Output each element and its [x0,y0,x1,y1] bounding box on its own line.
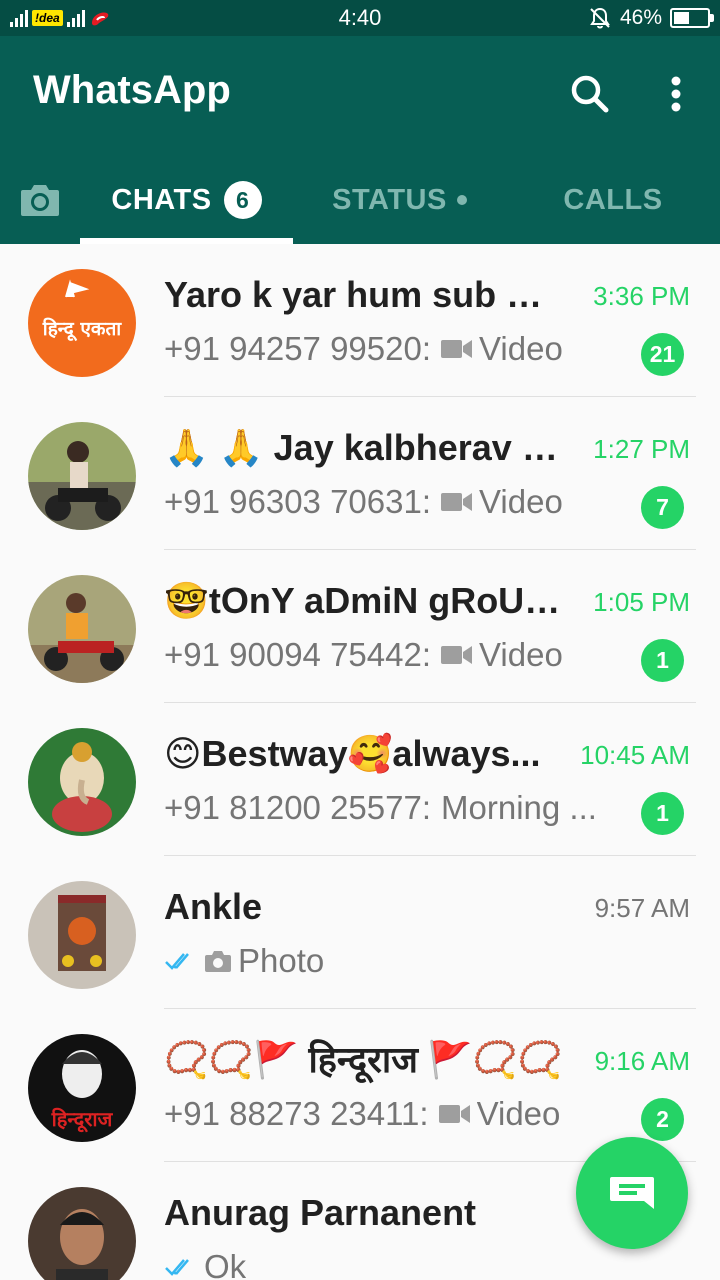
unread-badge: 1 [641,792,684,835]
avatar-shrine [28,881,136,989]
chat-name: Anurag Parnanent [164,1192,477,1233]
chat-sender: +91 81200 25577: [164,789,432,826]
chat-name: Ankle [164,886,263,927]
chat-row[interactable]: 🙏 🙏 Jay kalbherav 🙏... 1:27 PM +91 96303… [0,397,720,550]
avatar-ganesha [28,728,136,836]
chat-row[interactable]: Ankle 9:57 AM Photo [0,856,720,1009]
chat-row[interactable]: 🤓tOnY aDmiN gRoUp... 1:05 PM +91 90094 7… [0,550,720,703]
chat-preview: +91 94257 99520: Video [164,326,604,372]
chat-row[interactable]: 😊Bestway🥰always... 10:45 AM +91 81200 25… [0,703,720,856]
chat-time: 10:45 AM [580,740,690,770]
chat-message: Video [479,636,563,673]
avatar-photo-man-bike [28,575,136,683]
chat-message: Video [476,1095,561,1132]
more-options-button[interactable] [656,70,696,118]
chat-preview: +91 81200 25577: Morning ... [164,785,604,831]
double-tick-read-icon [165,1259,189,1276]
battery-fill [674,12,689,24]
unread-badge: 2 [641,1098,684,1141]
unread-badge: 7 [641,486,684,529]
chat-sender: +91 88273 23411: [164,1095,429,1132]
chat-message: Ok [204,1248,247,1280]
battery-percent: 46% [619,6,662,29]
chat-row[interactable]: हिन्दू एकता Yaro k yar hum sub 👳🏼‍♂️... … [0,244,720,397]
search-button[interactable] [566,70,614,118]
app-title: WhatsApp [33,68,231,112]
camera-icon [21,185,59,216]
app-bar: WhatsApp CHATS 6 STATUS CALLS [0,36,720,244]
chat-name: 🙏 🙏 Jay kalbherav 🙏... [164,427,574,468]
tab-chats-badge: 6 [223,181,262,219]
chat-time: 1:27 PM [593,434,690,464]
avatar-hindu-ekta: हिन्दू एकता [28,269,136,377]
avatar[interactable] [28,1187,136,1280]
avatar-photo-man [28,1187,136,1280]
video-icon [441,493,473,511]
chat-message: Video [479,330,563,367]
chat-preview: +91 96303 70631: Video [164,479,604,525]
chat-preview: Photo [164,938,604,984]
chat-time: 1:05 PM [593,587,690,617]
tab-chats-label: CHATS [111,183,212,216]
avatar-text: हिन्दूराज [51,1107,114,1133]
avatar-photo-woman-bike [28,422,136,530]
video-icon [441,340,473,358]
tab-status-label: STATUS [332,183,447,216]
video-icon [441,646,473,664]
chat-list: हिन्दू एकता Yaro k yar hum sub 👳🏼‍♂️... … [0,244,720,1280]
tab-calls[interactable]: CALLS [506,156,720,244]
unread-badge: 21 [641,333,684,376]
double-tick-read-icon [165,953,189,970]
avatar-text: हिन्दू एकता [42,317,123,342]
mute-bell-icon [590,7,610,29]
chat-sender: +91 94257 99520: [164,330,432,367]
avatar[interactable] [28,575,136,683]
chat-name: Yaro k yar hum sub 👳🏼‍♂️... [164,274,574,315]
chat-time: 9:57 AM [594,893,690,923]
camera-icon [205,951,231,972]
unread-badge: 1 [641,639,684,682]
avatar[interactable]: हिन्दू एकता [28,269,136,377]
battery-icon [670,8,714,28]
status-update-dot [456,195,467,205]
tab-chats[interactable]: CHATS 6 [80,156,293,244]
search-icon [571,75,609,113]
message-icon [610,1177,654,1209]
chat-sender: +91 90094 75442: [164,636,432,673]
avatar[interactable] [28,728,136,836]
video-icon [438,1105,470,1123]
avatar-hindu-raj: हिन्दूराज [28,1034,136,1142]
chat-preview: +91 88273 23411: Video [164,1091,604,1137]
chat-message: Morning ... [441,789,597,826]
status-bar-right: 46% [588,6,714,30]
chat-preview: +91 90094 75442: Video [164,632,604,678]
chat-message: Photo [238,942,325,979]
chat-time: 3:36 PM [593,281,690,311]
avatar[interactable] [28,881,136,989]
chat-message: Video [479,483,563,520]
chat-time: 9:16 AM [594,1046,690,1076]
avatar[interactable] [28,422,136,530]
tab-bar: CHATS 6 STATUS CALLS [0,156,720,244]
tab-camera[interactable] [0,156,80,244]
more-vert-icon [671,76,681,112]
tab-status[interactable]: STATUS [293,156,506,244]
chat-name: 🤓tOnY aDmiN gRoUp... [164,580,574,621]
chat-name: 📿📿🚩 हिन्दूराज 🚩📿📿 [164,1039,563,1080]
status-bar: !dea 4:40 46% [0,0,720,36]
chat-row[interactable]: हिन्दूराज 📿📿🚩 हिन्दूराज 🚩📿📿 9:16 AM +91 … [0,1009,720,1162]
chat-name: 😊Bestway🥰always... [164,733,541,774]
new-chat-button[interactable] [576,1137,688,1249]
chat-sender: +91 96303 70631: [164,483,432,520]
avatar[interactable]: हिन्दूराज [28,1034,136,1142]
tab-calls-label: CALLS [563,183,663,216]
chat-preview: Ok [164,1244,604,1280]
